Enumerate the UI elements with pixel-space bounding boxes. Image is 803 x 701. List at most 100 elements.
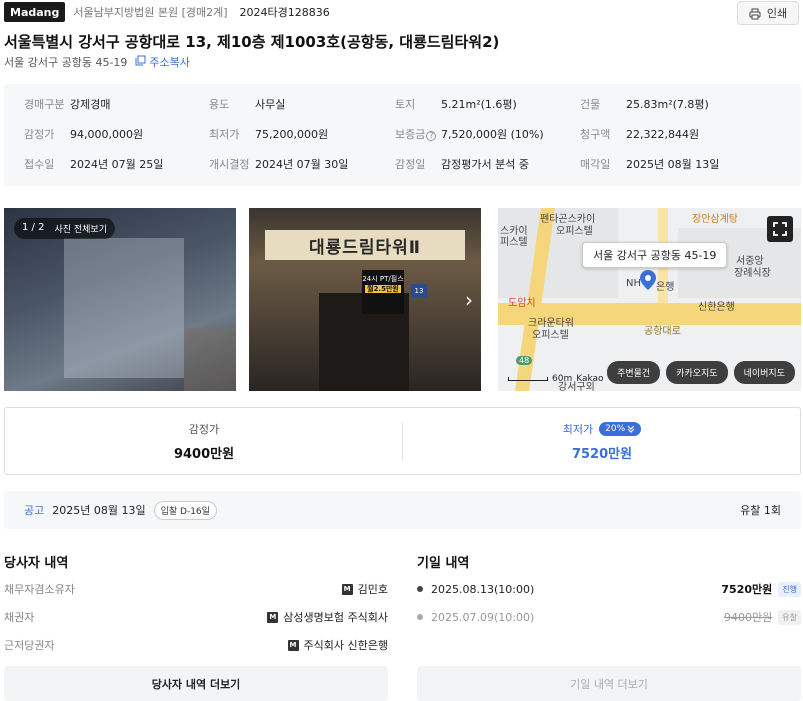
info-value: 25.83m²(7.8평)	[626, 98, 709, 111]
party-name: 주식회사 신한은행	[303, 639, 388, 652]
court-name: 서울남부지방법원 본원 [경매2계]	[73, 6, 228, 19]
status-badge: 진행	[778, 581, 801, 597]
map-label: 오피스텔	[556, 226, 593, 237]
info-cell: 용도 사무실	[209, 94, 285, 114]
info-cell: 경매구분 강제경매	[24, 94, 110, 114]
photo-counter[interactable]: 1 / 2 사진 전체보기	[14, 218, 115, 239]
print-label: 인쇄	[766, 7, 788, 20]
min-price-value: 7520만원	[571, 446, 633, 462]
map-label: 장안삼계탕	[692, 214, 738, 225]
short-address: 서울 강서구 공항동 45-19	[4, 56, 128, 69]
status-badge: 유찰	[778, 609, 801, 625]
fail-count: 유찰 1회	[740, 504, 781, 517]
map-label: 도암치	[508, 298, 536, 309]
info-cell: 토지 5.21m²(1.6평)	[395, 94, 517, 114]
appraisal-value: 9400만원	[173, 446, 235, 462]
photo-counter-text: 1 / 2	[22, 222, 45, 233]
banner-line-1: 24시 PT/필스	[362, 275, 404, 283]
location-map[interactable]: 펜타곤스카이 오피스텔 장안삼계탕 스카이 피스텔 서중앙 장례식장 NH 은행…	[498, 208, 801, 391]
info-label: 보증금?	[395, 126, 441, 142]
member-badge-icon: M	[341, 583, 353, 595]
party-row: 근저당권자 M 주식회사 신한은행	[4, 635, 388, 655]
map-label: 장례식장	[734, 268, 771, 279]
building-photo[interactable]: 1 / 2 사진 전체보기	[4, 208, 236, 391]
party-label: 채무자겸소유자	[4, 583, 75, 596]
status-dot	[417, 614, 423, 620]
info-cell: 건물 25.83m²(7.8평)	[580, 94, 709, 114]
minimum-price: 최저가 20% 7520만원	[403, 408, 801, 474]
chevron-right-icon[interactable]: ›	[465, 288, 473, 312]
entrance-photo[interactable]: 대룡드림타워Ⅱ 24시 PT/필스 월2.5만원 13 ›	[249, 208, 481, 391]
info-value: 22,322,844원	[626, 128, 700, 141]
copy-icon	[135, 55, 146, 69]
map-label: 은행	[656, 282, 675, 293]
notice-date: 2025년 08월 13일	[52, 504, 146, 517]
map-label: NH	[626, 278, 641, 289]
party-row: 채무자겸소유자 M 김민호	[4, 579, 388, 599]
info-label: 감정일	[395, 158, 426, 171]
info-label: 감정가	[24, 128, 55, 141]
date-price: 7520만원	[721, 583, 773, 596]
info-label-text: 보증금	[395, 128, 426, 141]
party-value: M 주식회사 신한은행	[287, 637, 388, 653]
info-value: 강제경매	[70, 98, 111, 111]
parties-title: 당사자 내역	[4, 556, 69, 571]
date-price: 9400만원	[724, 611, 773, 624]
info-cell: 매각일 2025년 08월 13일	[580, 154, 719, 174]
info-label: 용도	[209, 98, 230, 111]
info-cell: 보증금? 7,520,000원 (10%)	[395, 124, 544, 144]
building-sign: 대룡드림타워Ⅱ	[265, 230, 465, 260]
expand-icon	[773, 222, 787, 236]
brand-logo: Madang	[4, 2, 66, 22]
party-name: 김민호	[357, 583, 388, 596]
date-row: 2025.07.09(10:00) 9400만원 유찰	[417, 607, 801, 627]
min-price-label-row: 최저가 20%	[563, 421, 642, 437]
info-label: 접수일	[24, 158, 55, 171]
double-chevron-down-icon	[627, 425, 635, 433]
print-button[interactable]: 인쇄	[737, 1, 799, 25]
info-value: 75,200,000원	[255, 128, 329, 141]
info-cell: 접수일 2024년 07월 25일	[24, 154, 163, 174]
map-label: 신한은행	[698, 302, 735, 313]
status-dot	[417, 586, 423, 592]
naver-map-button[interactable]: 네이버지도	[733, 361, 795, 384]
map-address-tooltip: 서울 강서구 공항동 45-19	[582, 242, 728, 268]
kakao-map-button[interactable]: 카카오지도	[666, 361, 728, 384]
appraisal-label: 감정가	[188, 422, 220, 436]
building-facade	[64, 238, 184, 378]
notice-row: 공고 2025년 08월 13일 입찰 D-16일 유찰 1회	[4, 491, 801, 529]
info-value: 5.21m²(1.6평)	[441, 98, 517, 111]
map-label: 48	[516, 356, 533, 365]
info-label: 최저가	[209, 128, 240, 141]
info-label: 청구액	[580, 128, 611, 141]
price-summary: 감정가 9400만원 최저가 20% 7520만원	[4, 407, 801, 475]
parties-more-button[interactable]: 당사자 내역 더보기	[4, 666, 388, 701]
dates-more-button[interactable]: 기일 내역 더보기	[417, 666, 801, 701]
address-row: 서울 강서구 공항동 45-19 주소복사	[4, 54, 190, 70]
info-value: 94,000,000원	[70, 128, 144, 141]
info-cell: 개시결정 2024년 07월 30일	[209, 154, 348, 174]
member-badge-icon: M	[267, 611, 279, 623]
scale-text: 60m	[552, 374, 573, 384]
help-icon[interactable]: ?	[426, 131, 437, 141]
party-label: 근저당권자	[4, 639, 55, 652]
info-cell: 감정가 94,000,000원	[24, 124, 143, 144]
building-number-plate: 13	[411, 284, 427, 298]
member-badge-icon: M	[287, 639, 299, 651]
info-value: 7,520,000원 (10%)	[441, 128, 544, 141]
nearby-items-button[interactable]: 주변물건	[607, 361, 661, 384]
info-value: 2025년 08월 13일	[626, 158, 720, 171]
neighbor-building	[184, 328, 236, 391]
dates-title: 기일 내역	[417, 556, 470, 571]
info-label: 개시결정	[209, 158, 250, 171]
map-buttons: 주변물건 카카오지도 네이버지도	[607, 361, 795, 384]
expand-map-button[interactable]	[767, 216, 793, 242]
info-value: 2024년 07월 25일	[70, 158, 164, 171]
info-panel: 경매구분 강제경매 용도 사무실 토지 5.21m²(1.6평) 건물 25.83m²(…	[4, 84, 801, 186]
map-provider: Kakao	[576, 374, 604, 384]
discount-pct: 20%	[605, 423, 626, 434]
case-number: 2024타경128836	[239, 6, 330, 19]
view-all-photos-button[interactable]: 사진 전체보기	[54, 222, 107, 235]
copy-address-button[interactable]: 주소복사	[135, 54, 190, 70]
page-title: 서울특별시 강서구 공항대로 13, 제10층 제1003호(공항동, 대룡드림…	[4, 33, 500, 51]
